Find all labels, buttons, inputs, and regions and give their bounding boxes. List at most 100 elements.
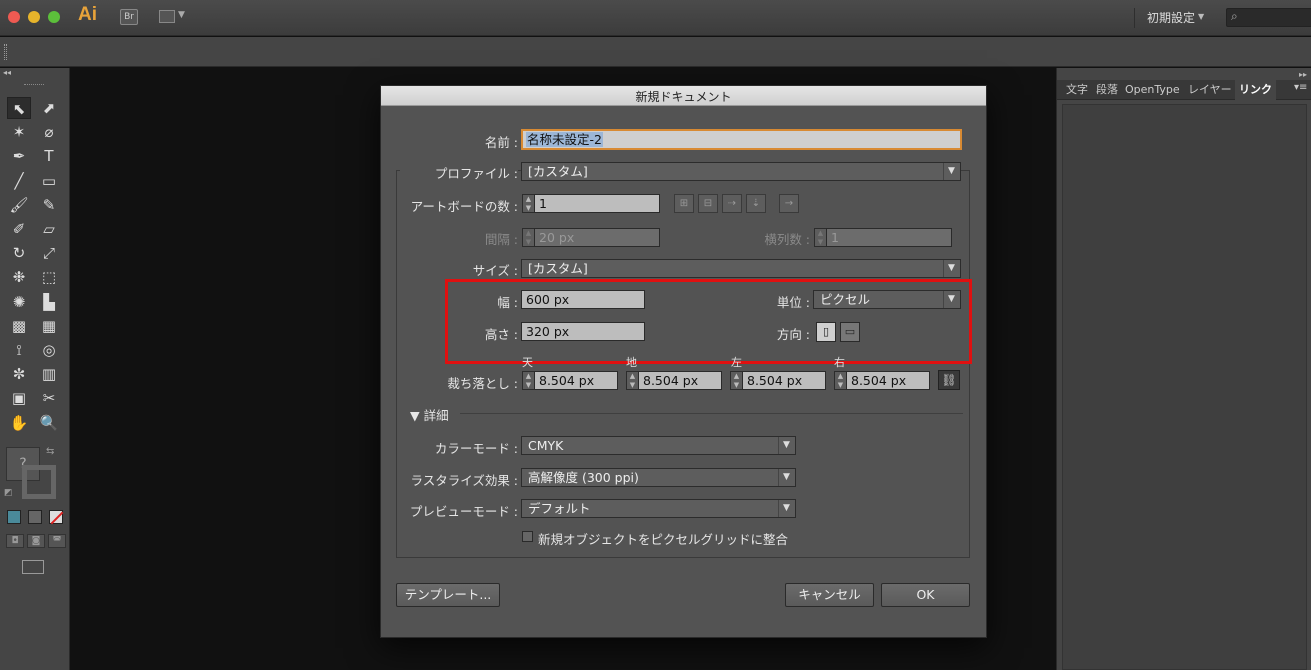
bleed-top-stepper[interactable]: ▲ ▼ (522, 371, 534, 390)
eraser-tool[interactable]: ▱ (37, 218, 61, 240)
columns-stepper[interactable]: ▲ ▼ (814, 228, 826, 247)
line-tool[interactable]: ╱ (7, 170, 31, 192)
zoom-window-button[interactable] (48, 11, 60, 23)
color-mode-dropdown[interactable]: CMYK (521, 436, 796, 455)
bleed-left-field[interactable]: 8.504 px (742, 371, 826, 390)
artboards-label: アートボードの数 : (410, 199, 518, 214)
grid-by-row-icon[interactable]: ⊞ (674, 194, 694, 213)
bleed-left-stepper[interactable]: ▲ ▼ (730, 371, 742, 390)
bleed-right-label: 右 (834, 356, 845, 369)
none-mode-button[interactable] (49, 510, 63, 524)
right-to-left-icon[interactable]: → (779, 194, 799, 213)
bleed-right-field[interactable]: 8.504 px (846, 371, 930, 390)
direct-selection-tool[interactable]: ⬈ (37, 97, 61, 119)
arrange-by-column-icon[interactable]: ⇣ (746, 194, 766, 213)
draw-inside-icon[interactable]: ◚ (48, 534, 66, 548)
arrange-by-row-icon[interactable]: ⇢ (722, 194, 742, 213)
chevron-down-icon: ▼ (778, 437, 794, 454)
chevron-down-icon[interactable]: ▼ (1198, 12, 1204, 21)
size-dropdown[interactable]: [カスタム] (521, 259, 961, 278)
color-mode-button[interactable] (7, 510, 21, 524)
tab-layers[interactable]: レイヤー (1184, 80, 1236, 100)
link-icon[interactable]: ⛓ (938, 370, 960, 390)
cancel-button[interactable]: キャンセル (785, 583, 874, 607)
screen-mode-icon[interactable] (22, 560, 44, 574)
bleed-right-stepper[interactable]: ▲ ▼ (834, 371, 846, 390)
default-colors-icon[interactable]: ◩ (4, 488, 13, 498)
grip-handle[interactable] (24, 84, 44, 87)
bleed-bottom-label: 地 (626, 356, 637, 369)
align-to-pixel-grid-checkbox[interactable] (522, 531, 533, 542)
profile-dropdown[interactable]: [カスタム] (521, 162, 961, 181)
type-tool[interactable]: T (37, 145, 61, 167)
bleed-label: 裁ち落とし : (447, 376, 518, 391)
tab-links[interactable]: リンク (1235, 80, 1276, 100)
pencil-tool[interactable]: ✎ (37, 194, 61, 216)
lasso-tool[interactable]: ⌀ (37, 121, 61, 143)
gradient-tool[interactable]: ▦ (37, 315, 61, 337)
stroke-swatch[interactable] (22, 465, 56, 499)
raster-effects-dropdown[interactable]: 高解像度 (300 ppi) (521, 468, 796, 487)
profile-label: プロファイル : (400, 163, 518, 182)
shape-builder-tool[interactable]: ✺ (7, 291, 31, 313)
selection-tool[interactable]: ⬉ (7, 97, 31, 119)
pen-tool[interactable]: ✒ (7, 145, 31, 167)
scale-tool[interactable]: ⤢ (37, 242, 61, 264)
collapse-icon[interactable]: ▸▸ (1299, 70, 1307, 79)
arrange-documents-icon[interactable] (159, 10, 175, 23)
rectangle-tool[interactable]: ▭ (37, 170, 61, 192)
graph-tool[interactable]: ▙ (37, 291, 61, 313)
draw-normal-icon[interactable]: ◘ (6, 534, 24, 548)
document-name-field[interactable]: 名称未設定-2 (521, 129, 962, 150)
columns-label: 横列数 : (764, 232, 810, 247)
chevron-down-icon[interactable]: ▼ (178, 10, 185, 20)
hand-tool[interactable]: ✋ (7, 412, 31, 434)
collapse-icon[interactable]: ◂◂ (3, 68, 11, 77)
spacing-stepper[interactable]: ▲ ▼ (522, 228, 534, 247)
minimize-window-button[interactable] (28, 11, 40, 23)
column-graph-tool[interactable]: ▥ (37, 363, 61, 385)
columns-field[interactable]: 1 (826, 228, 952, 247)
slice-tool[interactable]: ✂ (37, 387, 61, 409)
free-transform-tool[interactable]: ⬚ (37, 266, 61, 288)
templates-button[interactable]: テンプレート... (396, 583, 500, 607)
artboards-field[interactable]: 1 (534, 194, 660, 213)
magic-wand-tool[interactable]: ✶ (7, 121, 31, 143)
bleed-bottom-stepper[interactable]: ▲ ▼ (626, 371, 638, 390)
eyedropper-tool[interactable]: ⟟ (7, 339, 31, 361)
blob-brush-tool[interactable]: ✐ (7, 218, 31, 240)
spacing-field[interactable]: 20 px (534, 228, 660, 247)
size-label: サイズ : (472, 263, 518, 278)
tab-paragraph[interactable]: 段落 (1092, 80, 1122, 100)
draw-behind-icon[interactable]: ◙ (27, 534, 45, 548)
zoom-tool[interactable]: 🔍 (37, 412, 61, 434)
preview-mode-dropdown[interactable]: デフォルト (521, 499, 796, 518)
chevron-down-icon: ▼ (778, 469, 794, 486)
bleed-top-field[interactable]: 8.504 px (534, 371, 618, 390)
paintbrush-tool[interactable]: 🖌 (7, 194, 31, 216)
blend-tool[interactable]: ◎ (37, 339, 61, 361)
rotate-tool[interactable]: ↻ (7, 242, 31, 264)
ok-button[interactable]: OK (881, 583, 970, 607)
gradient-mode-button[interactable] (28, 510, 42, 524)
search-input[interactable] (1226, 8, 1311, 27)
grip-handle[interactable] (4, 44, 7, 60)
grid-by-column-icon[interactable]: ⊟ (698, 194, 718, 213)
mesh-tool[interactable]: ▩ (7, 315, 31, 337)
workspace-switcher[interactable]: 初期設定 (1134, 8, 1195, 28)
panel-menu-icon[interactable]: ▾≡ (1294, 82, 1307, 93)
advanced-label: 詳細 (423, 408, 449, 423)
warp-tool[interactable]: ❉ (7, 266, 31, 288)
divider (460, 413, 963, 414)
bridge-icon[interactable]: Br (120, 9, 138, 25)
tab-character[interactable]: 文字 (1062, 80, 1092, 100)
symbol-sprayer-tool[interactable]: ✼ (7, 363, 31, 385)
search-icon: ⌕ (1231, 9, 1238, 23)
swap-fill-stroke-icon[interactable]: ⇆ (46, 446, 54, 457)
artboard-tool[interactable]: ▣ (7, 387, 31, 409)
close-window-button[interactable] (8, 11, 20, 23)
bleed-bottom-field[interactable]: 8.504 px (638, 371, 722, 390)
artboards-stepper[interactable]: ▲ ▼ (522, 194, 534, 213)
tab-opentype[interactable]: OpenType (1121, 80, 1184, 100)
advanced-toggle[interactable]: ▼ 詳細 (410, 405, 449, 424)
